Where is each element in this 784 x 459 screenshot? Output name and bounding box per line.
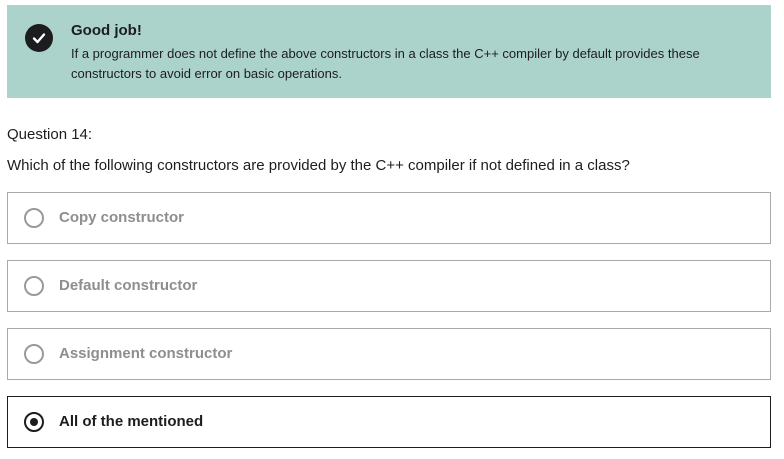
radio-button[interactable]	[24, 276, 44, 296]
answer-option-label: Copy constructor	[59, 209, 185, 226]
feedback-title: Good job!	[71, 22, 142, 39]
feedback-message: If a programmer does not define the abov…	[71, 46, 700, 81]
answer-option-default-constructor[interactable]: Default constructor	[7, 260, 771, 312]
answer-option-assignment-constructor[interactable]: Assignment constructor	[7, 328, 771, 380]
quiz-page: Good job! If a programmer does not defin…	[0, 0, 784, 459]
radio-dot	[30, 418, 38, 426]
answer-option-label: All of the mentioned	[59, 413, 204, 430]
feedback-alert: Good job! If a programmer does not defin…	[7, 5, 771, 98]
radio-button[interactable]	[24, 344, 44, 364]
answer-option-all-of-the-mentioned[interactable]: All of the mentioned	[7, 396, 771, 448]
answer-option-label: Default constructor	[59, 277, 198, 294]
check-circle-icon	[25, 24, 53, 52]
question-number: Question 14:	[7, 126, 93, 143]
radio-button-selected[interactable]	[24, 412, 44, 432]
answer-option-copy-constructor[interactable]: Copy constructor	[7, 192, 771, 244]
radio-button[interactable]	[24, 208, 44, 228]
answer-option-label: Assignment constructor	[59, 345, 233, 362]
question-text: Which of the following constructors are …	[7, 157, 630, 174]
